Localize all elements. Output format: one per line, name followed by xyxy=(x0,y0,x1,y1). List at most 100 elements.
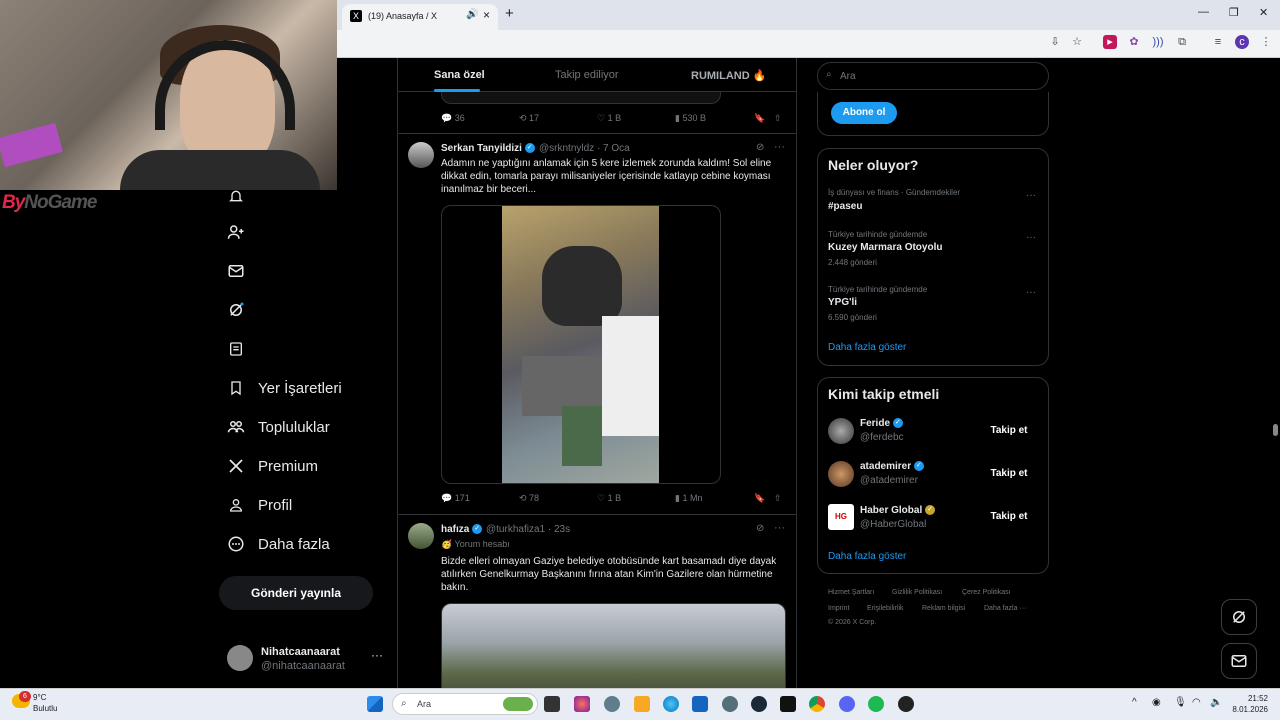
steam-icon[interactable] xyxy=(751,696,767,712)
speaker-icon[interactable]: 🔊 xyxy=(466,9,478,20)
notifications-nav[interactable] xyxy=(226,184,258,208)
follow-button[interactable]: Takip et xyxy=(980,506,1038,528)
reply-button[interactable]: 💬 171 xyxy=(441,493,470,504)
nav-profile[interactable]: Profil xyxy=(226,493,292,517)
profile-avatar-icon[interactable]: c xyxy=(1235,35,1249,49)
gear-app-icon[interactable] xyxy=(722,696,738,712)
tab-for-you[interactable]: Sana özel xyxy=(434,69,485,81)
grok-icon[interactable]: ⊘ xyxy=(756,523,764,534)
extension-icon[interactable]: ▸ xyxy=(1103,35,1117,49)
trend-more-icon[interactable]: ··· xyxy=(1026,287,1036,298)
account-switcher[interactable]: Nihatcaanaarat @nihatcaanaarat ··· xyxy=(227,645,387,675)
repost-button[interactable]: ⟲ 78 xyxy=(519,493,539,504)
trend-item[interactable]: Kuzey Marmara Otoyolu xyxy=(828,242,942,253)
tweet-handle[interactable]: @turkhafiza1 · 23s xyxy=(486,524,570,535)
footer-link[interactable]: Reklam bilgisi xyxy=(922,605,965,612)
account-more-icon[interactable]: ··· xyxy=(371,648,383,662)
bookmark-button[interactable]: 🔖 xyxy=(754,113,765,124)
like-button[interactable]: ♡ 1 B xyxy=(597,493,621,504)
trend-item[interactable]: YPG'li xyxy=(828,297,857,308)
views-button[interactable]: ▮ 1 Mn xyxy=(675,493,702,504)
tweet-video[interactable] xyxy=(441,205,721,484)
footer-link[interactable]: Hizmet Şartları xyxy=(828,589,874,596)
follow-button[interactable]: Takip et xyxy=(980,420,1038,442)
follow-user-name[interactable]: Haber Global ✓ xyxy=(860,505,936,516)
nav-bookmarks[interactable]: Yer İşaretleri xyxy=(226,376,342,400)
repost-button[interactable]: ⟲ 17 xyxy=(519,113,539,124)
tweet-more-icon[interactable]: ··· xyxy=(774,141,785,153)
footer-link[interactable]: Erişilebilirlik xyxy=(867,605,904,612)
trend-item[interactable]: #paseu xyxy=(828,201,862,212)
follow-nav[interactable] xyxy=(226,220,258,244)
file-explorer-icon[interactable] xyxy=(634,696,650,712)
extensions-puzzle-icon[interactable]: ⧉ xyxy=(1175,35,1189,49)
follow-user-name[interactable]: atademirer ✓ xyxy=(860,461,924,472)
discord-icon[interactable] xyxy=(839,696,855,712)
new-tab-button[interactable]: + xyxy=(505,5,514,22)
store-icon[interactable] xyxy=(692,696,708,712)
views-button[interactable]: ▮ 530 B xyxy=(675,113,706,124)
tweet-image[interactable] xyxy=(441,603,786,688)
post-button[interactable]: Gönderi yayınla xyxy=(219,576,373,610)
weather-desc[interactable]: Bulutlu xyxy=(33,704,57,713)
app-icon[interactable] xyxy=(898,696,914,712)
spotify-icon[interactable] xyxy=(868,696,884,712)
nav-communities[interactable]: Topluluklar xyxy=(226,415,330,439)
clock-time[interactable]: 21:52 xyxy=(1234,694,1268,703)
messages-fab-button[interactable] xyxy=(1221,643,1257,679)
chrome-icon[interactable] xyxy=(809,696,825,712)
tray-app-icon[interactable]: ◉ xyxy=(1152,697,1161,708)
scrollbar-thumb[interactable] xyxy=(1273,424,1278,436)
volume-icon[interactable]: 🔈 xyxy=(1210,697,1222,708)
taskbar-search[interactable]: ⌕ Ara xyxy=(392,693,538,715)
microphone-icon[interactable]: 🎙 xyxy=(1174,697,1187,708)
grok-fab-button[interactable] xyxy=(1221,599,1257,635)
scrollbar[interactable] xyxy=(1270,58,1280,688)
share-button[interactable]: ⇧ xyxy=(774,493,782,504)
search-input[interactable]: ⌕ Ara xyxy=(817,62,1049,90)
footer-link[interactable]: Daha fazla ··· xyxy=(984,605,1026,612)
edge-icon[interactable] xyxy=(663,696,679,712)
terminal-icon[interactable] xyxy=(780,696,796,712)
grok-nav[interactable] xyxy=(226,298,258,322)
footer-link[interactable]: Çerez Politikası xyxy=(962,589,1011,596)
tab-close-icon[interactable]: × xyxy=(483,8,490,22)
tweet-author[interactable]: Serkan Tanyildizi ✓ xyxy=(441,143,535,154)
wifi-icon[interactable]: ◠ xyxy=(1192,697,1201,708)
subscribe-button[interactable]: Abone ol xyxy=(831,102,897,124)
reading-list-icon[interactable]: ≡ xyxy=(1211,35,1225,49)
extension-brain-icon[interactable]: ✿ xyxy=(1127,35,1141,49)
tweet-handle[interactable]: @srkntnyldz · 7 Oca xyxy=(539,143,630,154)
close-window-button[interactable]: ✕ xyxy=(1259,6,1268,19)
tweet-more-icon[interactable]: ··· xyxy=(774,522,785,534)
bookmark-button[interactable]: 🔖 xyxy=(754,493,765,504)
lists-nav[interactable] xyxy=(226,337,258,361)
messages-nav[interactable] xyxy=(226,259,258,283)
footer-link[interactable]: Imprint xyxy=(828,605,849,612)
tab-following[interactable]: Takip ediliyor xyxy=(555,69,619,81)
bookmark-star-icon[interactable]: ☆ xyxy=(1070,35,1084,49)
settings-gear-icon[interactable] xyxy=(604,696,620,712)
nav-more[interactable]: Daha fazla xyxy=(226,532,330,556)
show-more-trends-link[interactable]: Daha fazla göster xyxy=(828,342,906,353)
avatar[interactable] xyxy=(828,418,854,444)
footer-link[interactable]: Gizlilik Politikası xyxy=(892,589,942,596)
grok-icon[interactable]: ⊘ xyxy=(756,142,764,153)
follow-user-name[interactable]: Feride ✓ xyxy=(860,418,903,429)
browser-menu-icon[interactable]: ⋮ xyxy=(1259,35,1273,49)
trend-more-icon[interactable]: ··· xyxy=(1026,190,1036,201)
reply-button[interactable]: 💬 36 xyxy=(441,113,465,124)
avatar[interactable] xyxy=(828,461,854,487)
weather-temp[interactable]: 9°C xyxy=(33,693,46,702)
haber-global-logo[interactable]: HG xyxy=(828,504,854,530)
tab-rumiland[interactable]: RUMILAND 🔥 xyxy=(691,69,766,82)
like-button[interactable]: ♡ 1 B xyxy=(597,113,621,124)
tweet-author[interactable]: hafıza ✓ xyxy=(441,524,483,535)
nav-premium[interactable]: Premium xyxy=(226,454,318,478)
restore-button[interactable]: ❐ xyxy=(1229,6,1239,19)
clock-date[interactable]: 8.01.2026 xyxy=(1222,705,1268,714)
trend-more-icon[interactable]: ··· xyxy=(1026,232,1036,243)
show-more-follow-link[interactable]: Daha fazla göster xyxy=(828,551,906,562)
windows-start-icon[interactable] xyxy=(367,696,383,712)
install-app-icon[interactable]: ⇩ xyxy=(1048,35,1062,49)
